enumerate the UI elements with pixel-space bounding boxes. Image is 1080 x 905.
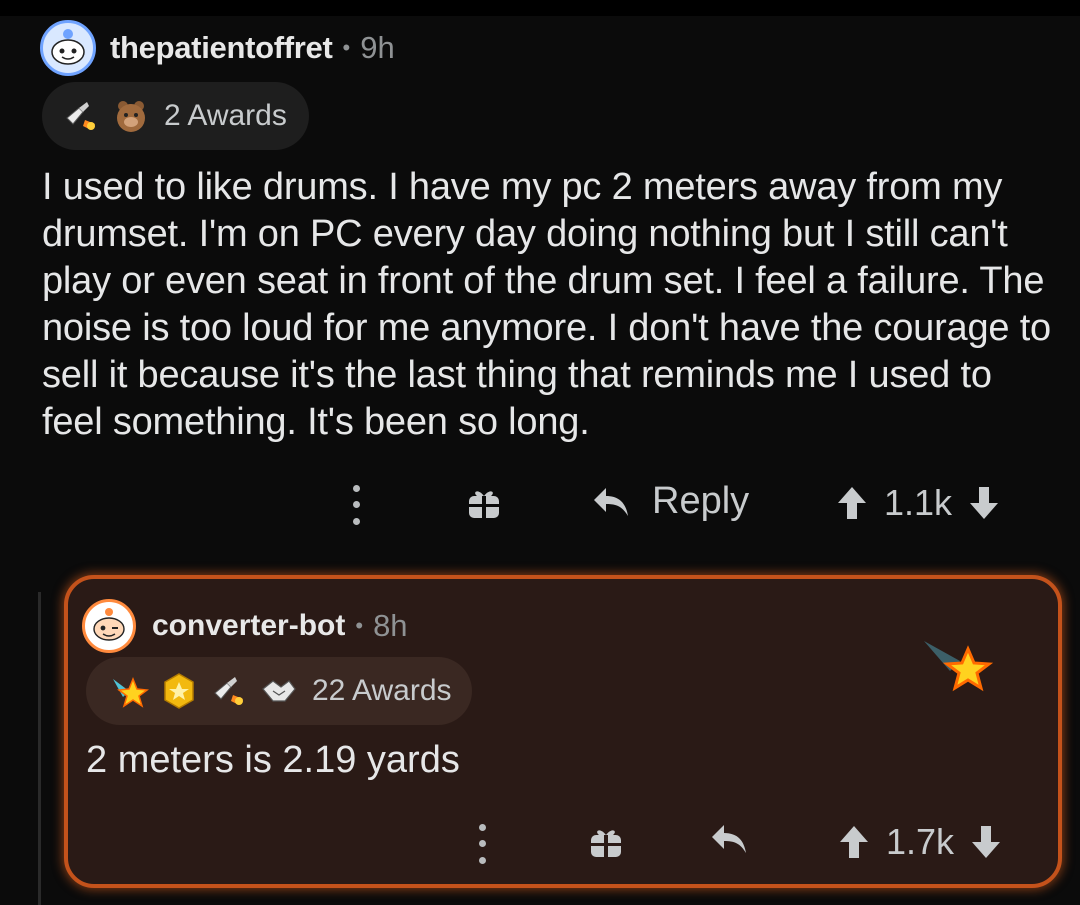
reply-awards-pill[interactable]: 22 Awards — [86, 657, 472, 725]
give-award-button[interactable] — [466, 486, 502, 522]
user-avatar[interactable] — [40, 20, 96, 76]
reply-body: 2 meters is 2.19 yards — [86, 739, 460, 781]
comment-username[interactable]: thepatientoffret — [110, 30, 333, 66]
reply-button[interactable] — [710, 823, 770, 855]
separator-dot: • — [342, 35, 351, 60]
vote-score: 1.1k — [884, 482, 953, 523]
reply-username[interactable]: converter-bot — [152, 609, 345, 643]
comment-body: I used to like drums. I have my pc 2 met… — [42, 166, 1051, 443]
gift-icon — [469, 491, 499, 518]
reply-arrow-icon — [712, 825, 746, 853]
reply-user-avatar[interactable] — [82, 599, 136, 653]
more-options-button[interactable] — [472, 819, 492, 869]
snoo-avatar-icon — [93, 608, 125, 641]
helpful-rocket-icon — [60, 95, 102, 137]
more-dot-icon — [478, 857, 486, 865]
comment-actions: Reply 1.1k — [0, 476, 1080, 536]
comment-age: 9h — [360, 30, 395, 65]
reply-actions: 1.7k — [68, 815, 1058, 875]
snoo-avatar-icon — [51, 29, 85, 65]
comment-header: thepatientoffret • 9h — [40, 20, 395, 76]
more-dot-icon — [478, 823, 486, 831]
vote-controls: 1.1k — [836, 482, 1000, 524]
more-dot-icon — [352, 501, 360, 509]
upvote-icon[interactable] — [838, 824, 870, 860]
reply-arrow-icon — [594, 487, 628, 516]
upvote-icon[interactable] — [836, 485, 868, 521]
reply-age: 8h — [373, 608, 408, 643]
more-dot-icon — [352, 518, 360, 526]
reply-header: converter-bot • 8h — [82, 599, 408, 653]
vote-controls: 1.7k — [838, 821, 1002, 863]
gift-icon — [591, 830, 621, 857]
more-options-button[interactable] — [346, 480, 366, 530]
downvote-icon[interactable] — [968, 485, 1000, 521]
vote-score: 1.7k — [886, 821, 955, 862]
more-dot-icon — [478, 840, 486, 848]
bear-award-icon — [110, 95, 152, 137]
starstruck-icon — [108, 670, 150, 712]
awards-count: 2 Awards — [164, 99, 287, 132]
gold-award-icon — [158, 670, 200, 712]
reply-label: Reply — [652, 480, 750, 522]
separator-dot: • — [355, 613, 364, 638]
more-dot-icon — [352, 484, 360, 492]
reply-button[interactable]: Reply — [592, 480, 749, 523]
reply-awards-count: 22 Awards — [312, 674, 452, 707]
awards-pill[interactable]: 2 Awards — [42, 82, 309, 150]
helpful-rocket-icon — [208, 670, 250, 712]
give-award-button[interactable] — [588, 825, 624, 861]
shooting-star-icon — [924, 641, 994, 692]
thread-line[interactable] — [38, 592, 41, 905]
handshake-icon — [258, 670, 300, 712]
status-bar — [0, 0, 1080, 16]
reply-comment-card: converter-bot • 8h 22 Awards 2 meters is… — [64, 575, 1062, 888]
downvote-icon[interactable] — [970, 824, 1002, 860]
